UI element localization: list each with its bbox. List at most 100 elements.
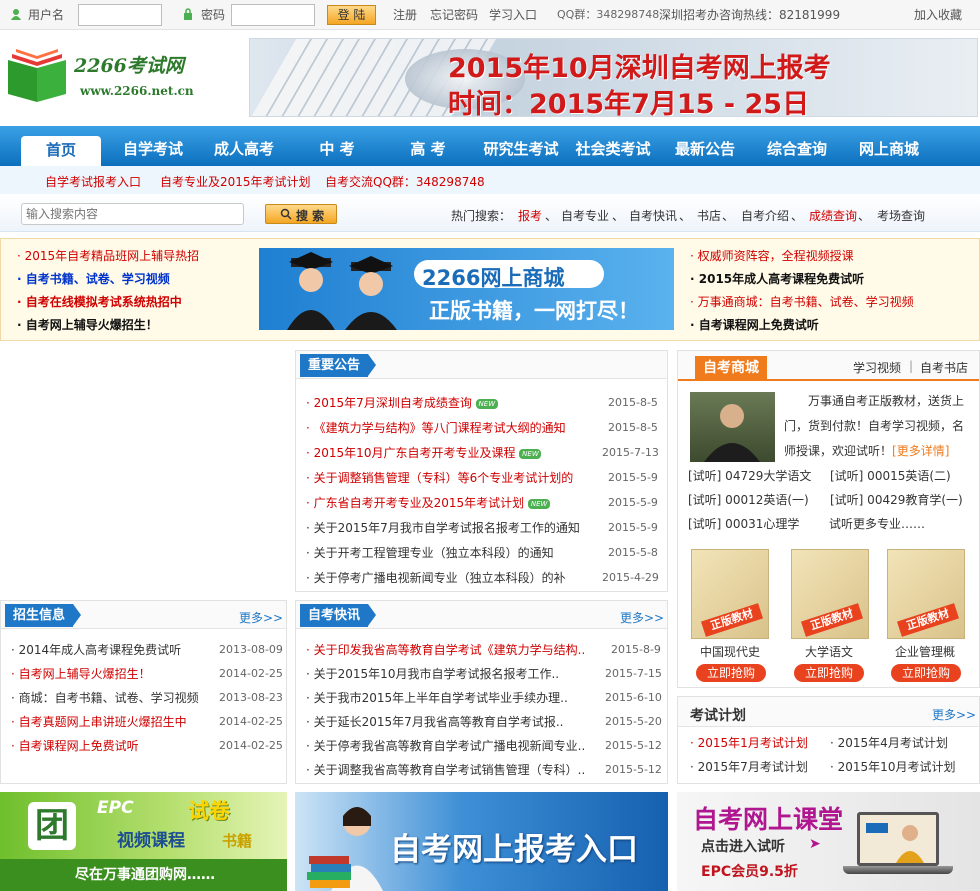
- hot-search-item[interactable]: 报考: [518, 207, 542, 224]
- news-row[interactable]: · 关于我市2015年上半年自学考试毕业手续办理..: [306, 690, 598, 706]
- notice-row[interactable]: · 2015年10月广东自考开考专业及课程 NEW: [306, 445, 601, 461]
- hot-search-item[interactable]: 自考介绍: [741, 207, 789, 224]
- login-button[interactable]: 登 陆: [327, 5, 376, 25]
- book-cover[interactable]: 正版教材: [791, 549, 869, 639]
- notice-row[interactable]: · 关于2015年7月我市自学考试报名报考工作的通知: [306, 520, 600, 536]
- news-row[interactable]: · 关于延长2015年7月我省高等教育自学考试报..: [306, 714, 598, 730]
- subnav-qq-link[interactable]: 自考交流QQ群：348298748: [325, 173, 485, 190]
- search-input[interactable]: [21, 203, 244, 225]
- news-row[interactable]: · 关于停考我省高等教育自学考试广播电视新闻专业..: [306, 738, 598, 754]
- notice-row[interactable]: · 2015年7月深圳自考成绩查询 NEW: [306, 395, 601, 411]
- promo-left-link[interactable]: · 2015年自考精品班网上辅导热招: [17, 248, 237, 264]
- mall-tab-video[interactable]: 学习视频: [853, 359, 901, 376]
- promo-right-link[interactable]: · 2015年成人高考课程免费试听: [690, 271, 970, 287]
- plan-link[interactable]: · 2015年7月考试计划: [690, 759, 825, 775]
- mall-center-sub: 正版书籍，一网打尽！: [429, 299, 639, 323]
- nav-adult-exam[interactable]: 成人高考: [199, 126, 289, 166]
- notice-row[interactable]: · 广东省自考开考专业及2015年考试计划 NEW: [306, 495, 601, 511]
- enroll-row[interactable]: · 商城：自考书籍、试卷、学习视频: [11, 690, 211, 706]
- nav-news[interactable]: 最新公告: [659, 126, 751, 166]
- site-logo[interactable]: 2266考试网 www.2266.net.cn: [4, 44, 202, 104]
- enroll-header: 招生信息 更多>>: [1, 601, 286, 629]
- nav-home[interactable]: 首页: [21, 126, 101, 166]
- plan-link[interactable]: · 2015年1月考试计划: [690, 735, 825, 751]
- plan-link[interactable]: · 2015年10月考试计划: [830, 759, 970, 775]
- audition-link[interactable]: [试听] 00015英语(二): [830, 467, 951, 484]
- study-entry-link[interactable]: 学习入口: [489, 7, 537, 23]
- book-cover[interactable]: 正版教材: [691, 549, 769, 639]
- subnav-register-link[interactable]: 自学考试报考入口: [45, 173, 141, 190]
- bullet: ·: [830, 736, 838, 750]
- search-button[interactable]: 搜 索: [265, 204, 337, 224]
- enroll-more-link[interactable]: 更多>>: [239, 609, 283, 626]
- username-input[interactable]: [78, 4, 162, 26]
- book-cover[interactable]: 正版教材: [887, 549, 965, 639]
- book-name[interactable]: 中国现代史: [700, 643, 760, 660]
- nav-social-exam[interactable]: 社会类考试: [567, 126, 659, 166]
- audition-link[interactable]: [试听] 00031心理学: [688, 515, 799, 532]
- promo-right-link[interactable]: · 自考课程网上免费试听: [690, 317, 970, 333]
- hot-search-item[interactable]: 书店: [697, 207, 721, 224]
- add-favorite-link[interactable]: 加入收藏: [914, 7, 962, 23]
- promo-left-link[interactable]: · 自考网上辅导火爆招生！: [17, 317, 237, 333]
- news-date: 2015-8-9: [611, 643, 661, 656]
- notice-title: 重要公告: [300, 354, 377, 377]
- hot-search-item[interactable]: 成绩查询: [809, 207, 857, 224]
- mall-panel: 自考商城 学习视频 | 自考书店 万事通自考正版教材，送货上门，货到付款！自考学…: [677, 350, 980, 688]
- nav-gaokao[interactable]: 高 考: [383, 126, 473, 166]
- book-name[interactable]: 企业管理概: [895, 643, 955, 660]
- password-input[interactable]: [231, 4, 315, 26]
- nav-zhongkao[interactable]: 中 考: [292, 126, 382, 166]
- nav-postgrad[interactable]: 研究生考试: [475, 126, 567, 166]
- news-more-link[interactable]: 更多>>: [620, 609, 664, 626]
- group-buy-banner[interactable]: 团 EPC 试卷 视频课程 书籍 尽在万事通团购网……: [0, 792, 287, 891]
- register-link[interactable]: 注册: [393, 7, 417, 23]
- enroll-row[interactable]: · 自考网上辅导火爆招生！: [11, 666, 211, 682]
- online-registration-banner[interactable]: 自考网上报考入口: [295, 792, 668, 891]
- password-label: 密码: [201, 8, 226, 22]
- news-row[interactable]: · 关于印发我省高等教育自学考试《建筑力学与结构..: [306, 642, 598, 658]
- notice-date: 2015-4-29: [602, 571, 659, 584]
- book-name[interactable]: 大学语文: [805, 643, 853, 660]
- promo-left-link[interactable]: · 自考书籍、试卷、学习视频: [17, 271, 237, 287]
- mall-intro-more[interactable]: [更多详情]: [892, 444, 949, 458]
- enroll-row[interactable]: · 自考课程网上免费试听: [11, 738, 211, 754]
- audition-link[interactable]: [试听] 04729大学语文: [688, 467, 811, 484]
- hot-search-item[interactable]: 自考快讯: [629, 207, 677, 224]
- notice-row[interactable]: · 《建筑力学与结构》等八门课程考试大纲的通知: [306, 420, 596, 436]
- hot-search-item[interactable]: 考场查询: [877, 207, 925, 224]
- subnav-majors-link[interactable]: 自考专业及2015年考试计划: [160, 173, 311, 190]
- plan-more-link[interactable]: 更多>>: [932, 706, 976, 723]
- notice-date: 2015-5-9: [608, 471, 658, 484]
- bullet: ·: [690, 736, 698, 750]
- hot-search-item[interactable]: 自考专业: [561, 207, 609, 224]
- audition-link[interactable]: [试听] 00429教育学(一): [830, 491, 963, 508]
- notice-row[interactable]: · 关于开考工程管理专业（独立本科段）的通知: [306, 545, 600, 561]
- mall-center-banner[interactable]: 2266网上商城 正版书籍，一网打尽！: [259, 248, 674, 330]
- mall-tab-bookstore[interactable]: 自考书店: [920, 359, 968, 376]
- enroll-row[interactable]: · 2014年成人高考课程免费试听: [11, 642, 211, 658]
- nav-mall[interactable]: 网上商城: [843, 126, 935, 166]
- mall-title: 自考商城: [695, 356, 767, 381]
- nav-query[interactable]: 综合查询: [751, 126, 843, 166]
- audition-link[interactable]: [试听] 00012英语(一): [688, 491, 809, 508]
- nav-self-study[interactable]: 自学考试: [108, 126, 198, 166]
- promo-right-link[interactable]: · 万事通商城：自考书籍、试卷、学习视频: [690, 294, 975, 310]
- buy-now-button[interactable]: 立即抢购: [696, 664, 766, 682]
- notice-text: 关于停考广播电视新闻专业（独立本科段）的补: [313, 571, 566, 585]
- plan-link[interactable]: · 2015年4月考试计划: [830, 735, 970, 751]
- audition-more-link[interactable]: 试听更多专业……: [829, 515, 925, 532]
- promo-left-link[interactable]: · 自考在线模拟考试系统热招中: [17, 294, 237, 310]
- news-row[interactable]: · 关于2015年10月我市自学考试报名报考工作..: [306, 666, 598, 682]
- promo-right-link[interactable]: · 权威师资阵容，全程视频授课: [690, 248, 970, 264]
- online-class-banner[interactable]: 自考网上课堂 点击进入试听 ➤ EPC会员9.5折: [677, 792, 980, 891]
- notice-row[interactable]: · 关于调整销售管理（专科）等6个专业考试计划的: [306, 470, 600, 486]
- notice-row[interactable]: · 关于停考广播电视新闻专业（独立本科段）的补: [306, 570, 600, 586]
- forgot-password-link[interactable]: 忘记密码: [430, 7, 478, 23]
- news-row[interactable]: · 关于调整我省高等教育自学考试销售管理（专科）..: [306, 762, 598, 778]
- buy-now-button[interactable]: 立即抢购: [891, 664, 961, 682]
- header-banner[interactable]: 2015年10月深圳自考网上报考 时间：2015年7月15 - 25日: [249, 38, 978, 117]
- buy-now-button[interactable]: 立即抢购: [794, 664, 864, 682]
- bullet: ·: [306, 396, 314, 410]
- enroll-row[interactable]: · 自考真题网上串讲班火爆招生中: [11, 714, 211, 730]
